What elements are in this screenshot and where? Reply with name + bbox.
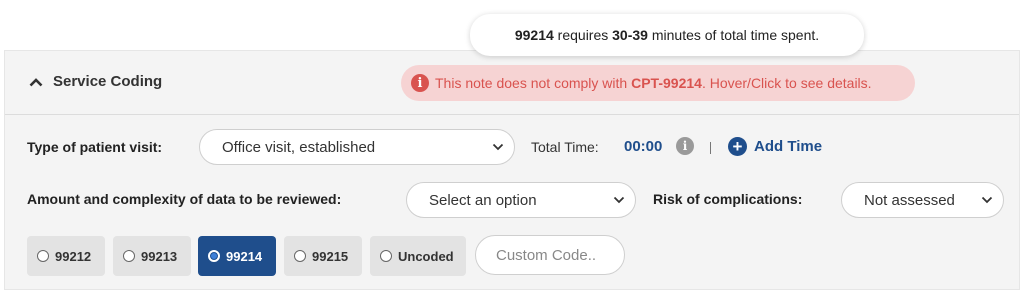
chevron-down-icon [613, 196, 625, 204]
service-coding-panel: Service Coding i This note does not comp… [4, 50, 1020, 290]
code-label: 99212 [55, 248, 92, 264]
tooltip-code: 99214 [514, 27, 554, 43]
visit-type-value: Office visit, established [222, 138, 376, 156]
alert-text-pre: This note does not comply with [435, 75, 632, 91]
total-time-label: Total Time: [531, 139, 599, 155]
code-label: 99214 [226, 248, 263, 264]
visit-type-select[interactable]: Office visit, established [199, 129, 515, 165]
divider [710, 142, 711, 154]
collapse-toggle[interactable]: Service Coding [29, 73, 162, 90]
code-label: Uncoded [398, 248, 454, 264]
add-time-button[interactable]: + Add Time [728, 137, 822, 156]
data-review-select[interactable]: Select an option [406, 182, 636, 218]
code-option-99214[interactable]: 99214 [198, 236, 276, 276]
visit-type-label: Type of patient visit: [27, 139, 163, 155]
code-option-uncoded[interactable]: Uncoded [370, 236, 466, 276]
alert-info-icon: i [411, 74, 429, 92]
radio-icon [123, 250, 135, 262]
tooltip-text-pre: requires [553, 27, 613, 43]
section-header: Service Coding i This note does not comp… [5, 51, 1019, 115]
radio-icon [294, 250, 306, 262]
chevron-up-icon [29, 77, 43, 86]
tooltip-range: 30-39 [612, 27, 648, 43]
risk-value: Not assessed [864, 191, 955, 209]
code-option-99213[interactable]: 99213 [113, 236, 191, 276]
risk-select[interactable]: Not assessed [841, 182, 1004, 218]
code-label: 99215 [312, 248, 349, 264]
chevron-down-icon [492, 143, 504, 151]
custom-code-input[interactable] [475, 235, 625, 275]
data-review-label: Amount and complexity of data to be revi… [27, 191, 342, 207]
tooltip-text-post: minutes of total time spent. [647, 27, 820, 43]
add-time-label: Add Time [754, 138, 823, 155]
radio-icon [37, 250, 49, 262]
chevron-down-icon [981, 196, 993, 204]
time-info-icon[interactable]: i [676, 137, 694, 155]
code-label: 99213 [141, 248, 178, 264]
time-requirement-tooltip: 99214 requires 30-39 minutes of total ti… [470, 14, 864, 56]
section-title: Service Coding [53, 73, 163, 90]
alert-code: CPT-99214 [631, 75, 702, 91]
alert-text-post: . Hover/Click to see details. [701, 75, 872, 91]
compliance-alert[interactable]: i This note does not comply with CPT-992… [401, 65, 915, 101]
total-time-value: 00:00 [624, 138, 663, 155]
data-review-value: Select an option [429, 191, 537, 209]
code-option-99212[interactable]: 99212 [27, 236, 105, 276]
code-option-99215[interactable]: 99215 [284, 236, 362, 276]
plus-circle-icon: + [728, 137, 747, 156]
radio-icon [380, 250, 392, 262]
radio-selected-icon [208, 250, 220, 262]
risk-label: Risk of complications: [653, 191, 803, 207]
